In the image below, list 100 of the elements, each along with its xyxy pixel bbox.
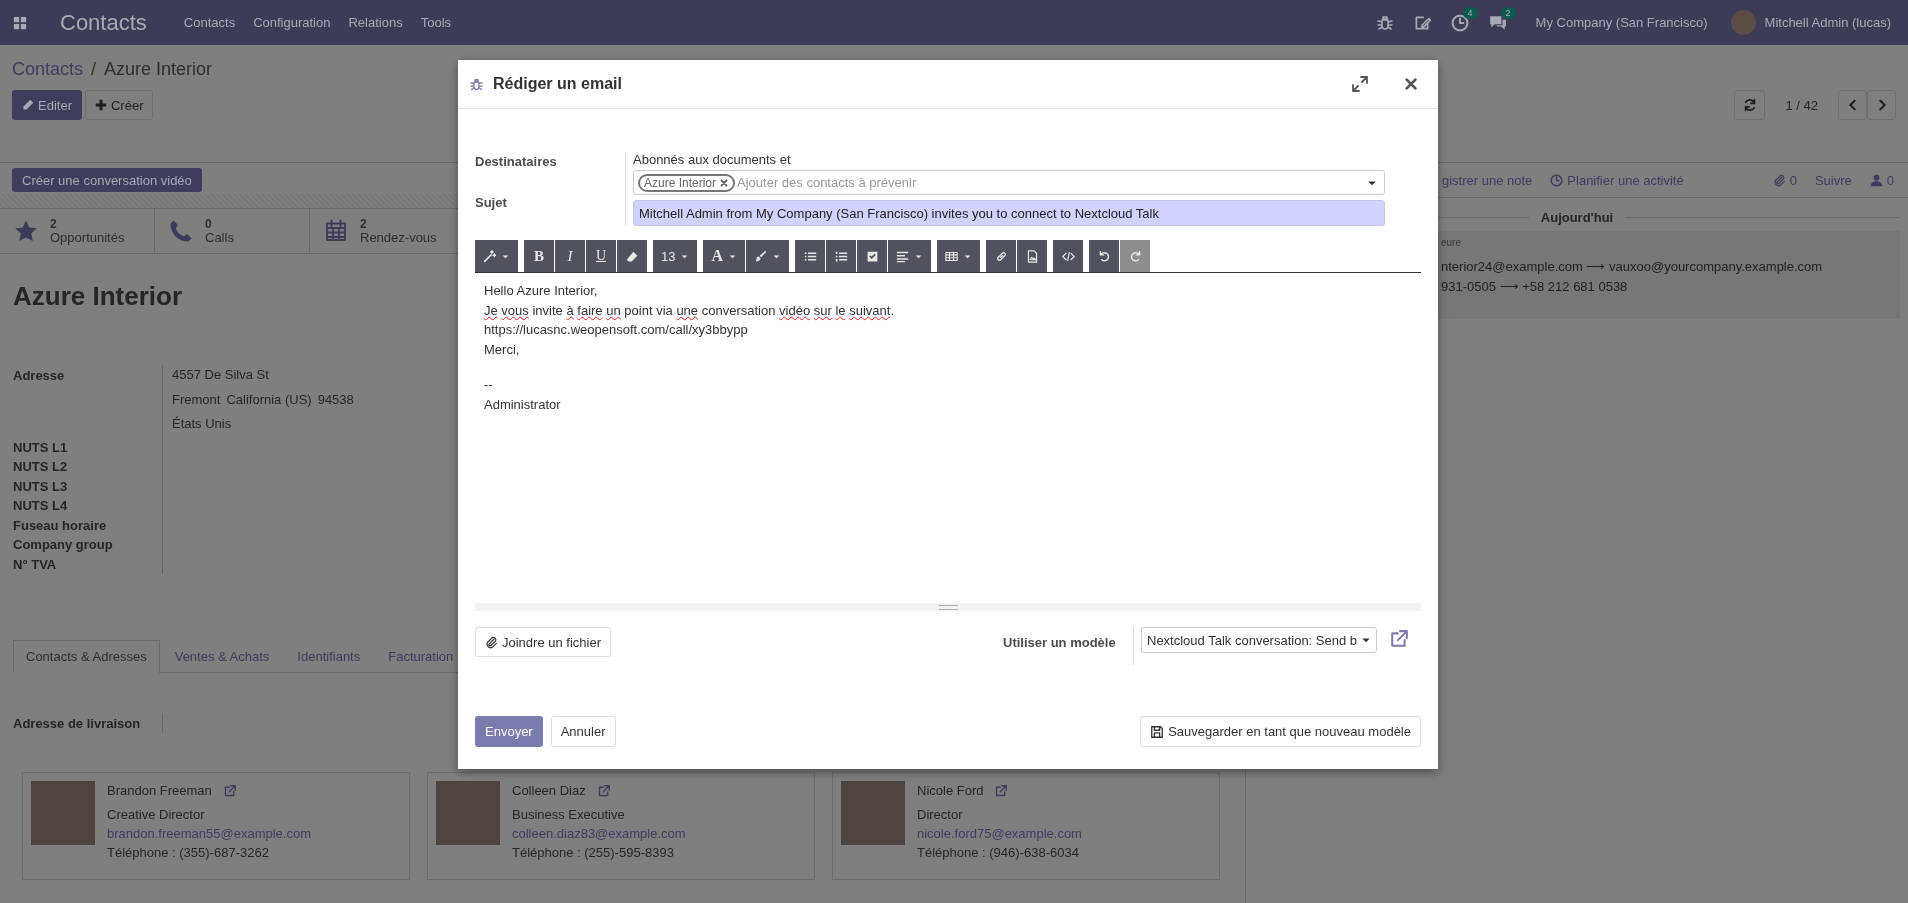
attachments-button[interactable]: 0 <box>1772 172 1797 188</box>
email-link[interactable]: colleen.diaz83@example.com <box>512 825 686 842</box>
message-count-badge: 2 <box>1500 7 1516 19</box>
contact-card[interactable]: Brandon Freeman Creative Director brandon.freeman55@example.com Téléphone : (355)-687-3262 <box>22 771 410 880</box>
save-as-template-button[interactable]: Sauvegarder en tant que nouveau modèle <box>1140 716 1421 747</box>
numbered-list-button[interactable] <box>826 240 857 272</box>
menu-link[interactable]: Configuration <box>244 15 340 30</box>
recipients-intro: Abonnés aux documents et <box>633 152 792 167</box>
subject-field[interactable]: Mitchell Admin from My Company (San Francisco) invites you to connect to Nextcloud Talk <box>633 200 1385 226</box>
image-icon <box>1025 249 1039 263</box>
next-button[interactable] <box>1867 90 1896 120</box>
create-video-call-button[interactable]: Créer une conversation vidéo <box>12 168 202 192</box>
user-menu[interactable]: Mitchell Admin (lucas) <box>1755 15 1900 30</box>
menu-link[interactable]: Tools <box>411 15 461 30</box>
template-select[interactable]: Nextcloud Talk conversation: Send b <box>1141 627 1377 653</box>
chatter-action-link[interactable]: Planifier une activité <box>1550 172 1684 188</box>
partner-name: Azure Interior <box>13 281 183 311</box>
reload-button[interactable] <box>1734 90 1766 120</box>
create-button[interactable]: Créer <box>84 90 154 120</box>
refresh-icon <box>1742 98 1757 112</box>
bold-button[interactable]: B <box>524 240 554 272</box>
edit-button[interactable]: Editer <box>12 90 82 120</box>
resize-handle[interactable] <box>475 603 1421 611</box>
contact-name: Brandon Freeman <box>107 782 212 799</box>
photo-placeholder <box>436 780 500 845</box>
contact-name: Nicole Ford <box>917 782 984 799</box>
remove-icon <box>719 177 730 188</box>
font-size-button[interactable]: 13 <box>653 240 698 272</box>
brush-icon <box>754 249 768 263</box>
tab[interactable]: Identifiants <box>284 640 374 672</box>
app-name: Contacts <box>60 9 147 36</box>
apps-menu-icon <box>13 15 27 30</box>
link-button[interactable] <box>986 240 1017 272</box>
stat-button[interactable]: 0 Calls <box>155 209 310 253</box>
address-text: 4557 De Silva St <box>172 366 269 384</box>
send-button[interactable]: Envoyer <box>475 716 543 747</box>
code-view-button[interactable] <box>1053 240 1084 272</box>
cancel-button[interactable]: Annuler <box>550 716 616 747</box>
attach-file-button[interactable]: Joindre un fichier <box>475 627 611 657</box>
field-label: Destinataires <box>475 154 558 169</box>
bullet-list-icon <box>803 249 817 263</box>
email-link[interactable]: nicole.ford75@example.com <box>917 825 1082 842</box>
image-button[interactable] <box>1017 240 1048 272</box>
activity-button[interactable]: 4 <box>1440 0 1479 45</box>
style-button[interactable] <box>475 240 518 272</box>
undo-button[interactable] <box>1089 240 1120 272</box>
email-body-editor[interactable]: Hello Azure Interior, Je vous invite à faire un point via une conversation vidéo sur le suivant. https://lucasnc.weopensoft.com/call/xy3bbypp Merci, -- Administrator <box>475 273 1421 603</box>
checklist-button[interactable] <box>857 240 888 272</box>
address-text: États Unis <box>172 415 232 433</box>
tracking-value: 931-0505 ⟶ +58 212 681 0538 <box>1441 278 1629 296</box>
plus-icon <box>94 99 107 111</box>
body-text: Merci, <box>484 341 521 358</box>
redo-icon <box>1128 249 1142 263</box>
contact-phone: Téléphone : (355)-687-3262 <box>107 844 270 861</box>
table-button[interactable] <box>937 240 981 272</box>
external-link-icon <box>597 784 610 797</box>
follow-button[interactable]: Suivre <box>1814 172 1852 188</box>
bullet-list-button[interactable] <box>795 240 826 272</box>
tab[interactable]: Ventes & Achats <box>161 640 283 672</box>
chat-icon <box>1488 13 1507 32</box>
email-link[interactable]: brandon.freeman55@example.com <box>107 825 311 842</box>
tab[interactable]: Contacts & Adresses <box>13 640 160 673</box>
bug-icon <box>470 77 483 91</box>
contact-card[interactable]: Colleen Diaz Business Executive colleen.diaz83@example.com Téléphone : (255)-595-8393 <box>427 771 815 880</box>
field-label: N° TVA <box>13 555 58 574</box>
breadcrumb-item[interactable]: Azure Interior <box>104 58 213 80</box>
numbered-list-icon <box>834 249 848 263</box>
undo-icon <box>1097 249 1111 263</box>
followers-button[interactable]: 0 <box>1869 172 1894 188</box>
contact-phone: Téléphone : (255)-595-8393 <box>512 844 675 861</box>
highlight-button[interactable] <box>746 240 790 272</box>
phone-icon <box>169 219 193 243</box>
stat-button[interactable]: 2 Opportunités <box>0 209 155 253</box>
messages-button[interactable]: 2 <box>1478 0 1517 45</box>
contact-card[interactable]: Nicole Ford Director nicole.ford75@example.com Téléphone : (946)-638-6034 <box>832 771 1220 880</box>
breadcrumb-item[interactable]: Contacts <box>12 58 84 80</box>
menu-link[interactable]: Relations <box>339 15 412 30</box>
field-label: NUTS L4 <box>13 497 69 515</box>
contact-function: Creative Director <box>107 806 206 823</box>
text-color-button[interactable]: A <box>703 240 746 272</box>
external-link-icon <box>223 784 236 797</box>
company-switcher[interactable]: My Company (San Francisco) <box>1526 15 1717 30</box>
previous-button[interactable] <box>1838 90 1867 120</box>
signature-text: -- <box>484 377 494 393</box>
recipients-field[interactable]: Azure Interior Ajouter des contacts à prévenir <box>633 170 1385 195</box>
external-link-icon <box>1390 630 1408 648</box>
address-text: 94538 <box>317 390 354 409</box>
star-icon <box>14 219 38 243</box>
menu-link[interactable]: Contacts <box>174 15 245 30</box>
clock-icon <box>1450 13 1469 32</box>
table-icon <box>945 249 959 263</box>
underline-button[interactable]: U <box>586 240 616 272</box>
wand-icon <box>483 249 496 263</box>
eraser-button[interactable] <box>617 240 647 272</box>
italic-button[interactable]: I <box>555 240 585 272</box>
chatter-action-link[interactable]: gistrer une note <box>1442 172 1533 188</box>
paperclip-icon <box>1772 173 1786 187</box>
field-label: Adresse de livraison <box>13 715 142 733</box>
align-button[interactable] <box>888 240 932 272</box>
field-label: Utiliser un modèle <box>1003 635 1117 650</box>
